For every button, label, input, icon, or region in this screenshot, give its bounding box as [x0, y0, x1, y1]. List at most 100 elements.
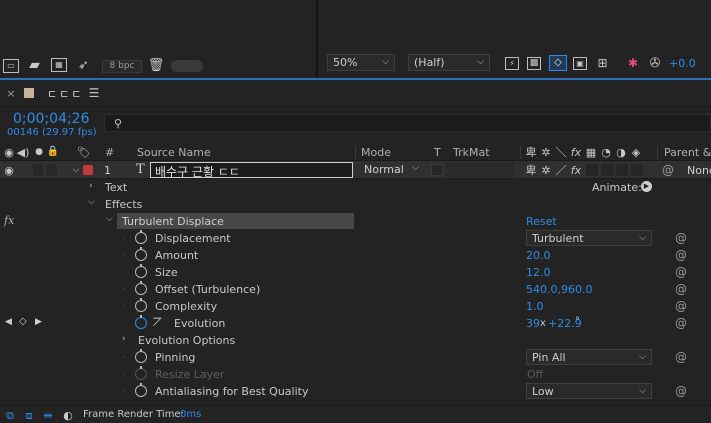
amount-value[interactable]: 20.0 — [526, 249, 551, 262]
transparency-grid-icon[interactable]: ▩ — [527, 57, 541, 70]
antialiasing-dropdown[interactable]: Low ⌵ — [526, 383, 652, 399]
property-row-offset[interactable]: · Offset (Turbulence) 540.0,960.0 @ — [0, 281, 711, 298]
property-row-size[interactable]: · Size 12.0 @ — [0, 264, 711, 281]
interpret-footage-icon[interactable]: ▭ — [3, 59, 19, 73]
stopwatch-icon[interactable] — [135, 230, 147, 244]
property-row-pinning[interactable]: · Pinning Pin All ⌵ @ — [0, 349, 711, 366]
size-value[interactable]: 12.0 — [526, 266, 551, 279]
chevron-down-icon[interactable]: ⌵ — [106, 214, 113, 224]
stopwatch-icon[interactable] — [135, 298, 147, 312]
video-switch-icon[interactable]: ◉ — [3, 146, 15, 158]
property-row-complexity[interactable]: · Complexity 1.0 @ — [0, 298, 711, 315]
shy-switch-icon[interactable]: 卑 — [525, 146, 537, 158]
property-row-amount[interactable]: · Amount 20.0 @ — [0, 247, 711, 264]
stopwatch-icon[interactable] — [135, 349, 147, 363]
audio-switch-icon[interactable]: ◀) — [17, 146, 30, 158]
toggle-modes-icon[interactable]: ⧈ — [23, 409, 35, 421]
expand-layer-arrow-icon[interactable]: ⌵ — [71, 164, 81, 176]
col-parent[interactable]: Parent & — [664, 146, 711, 159]
effects-group-row[interactable]: ⌵ Effects — [0, 196, 711, 213]
3d-box[interactable] — [616, 164, 628, 176]
label-color-swatch[interactable] — [83, 165, 93, 175]
toggle-render-time-icon[interactable]: ◐ — [61, 409, 75, 421]
close-icon[interactable]: × — [6, 88, 16, 99]
chevron-down-icon[interactable]: ⌵ — [88, 197, 95, 207]
expression-link-icon[interactable]: @ — [675, 384, 687, 398]
layer-name-field[interactable]: 배수구 근황 ㄷㄷ — [150, 162, 353, 179]
chevron-right-icon[interactable]: › — [89, 181, 93, 191]
fx-switch-icon[interactable]: fx — [570, 146, 582, 158]
stopwatch-icon[interactable] — [135, 247, 147, 261]
shy-layer-icon[interactable]: 卑 — [525, 164, 537, 176]
effect-name-highlight[interactable]: Turbulent Displace — [117, 213, 354, 229]
add-keyframe-icon[interactable]: ◇ — [19, 316, 27, 327]
stopwatch-icon[interactable] — [135, 281, 147, 295]
resolution-dropdown[interactable]: (Half) ⌵ — [408, 54, 490, 71]
next-keyframe-icon[interactable]: ▶ — [35, 317, 42, 327]
eye-icon[interactable]: ◉ — [3, 164, 15, 176]
quality-switch-icon[interactable]: ＼ — [555, 146, 567, 158]
col-mode[interactable]: Mode — [361, 146, 391, 159]
delete-icon[interactable]: 🗑 — [148, 58, 165, 72]
col-trkmat[interactable]: TrkMat — [453, 146, 490, 159]
quality-layer-icon[interactable]: ／ — [555, 164, 567, 176]
displacement-dropdown[interactable]: Turbulent ⌵ — [526, 230, 652, 246]
toggle-switches-icon[interactable]: ⧉ — [4, 409, 16, 421]
parent-value[interactable]: None — [687, 164, 711, 177]
bpc-button[interactable]: 8 bpc — [102, 60, 142, 73]
effect-row[interactable]: fx ⌵ Turbulent Displace Reset — [0, 213, 711, 230]
motion-blur-box[interactable] — [586, 164, 598, 176]
solo-toggle-box[interactable] — [47, 164, 57, 176]
expression-link-icon[interactable]: @ — [675, 265, 687, 279]
current-timecode[interactable]: 0;00;04;26 — [13, 111, 90, 127]
expression-link-icon[interactable]: @ — [675, 299, 687, 313]
collapse-layer-icon[interactable]: ✲ — [540, 164, 552, 176]
project-scroll-pill[interactable] — [171, 60, 203, 72]
mask-visibility-icon[interactable]: ◇ — [549, 55, 567, 71]
fx-layer-icon[interactable]: fx — [570, 164, 582, 176]
text-group-row[interactable]: › Text Animate: ▶ — [0, 179, 711, 196]
zoom-dropdown[interactable]: 50% ⌵ — [327, 54, 395, 71]
expression-link-icon[interactable]: @ — [675, 231, 687, 245]
pinning-dropdown[interactable]: Pin All ⌵ — [526, 349, 652, 365]
layer-row[interactable]: ◉ ⌵ 1 T 배수구 근황 ㄷㄷ Normal ⌵ 卑 ✲ ／ fx @ No… — [0, 161, 711, 179]
expression-link-icon[interactable]: @ — [675, 316, 687, 330]
chevron-right-icon[interactable]: › — [122, 334, 126, 344]
trkmat-field[interactable] — [446, 163, 514, 177]
search-input[interactable]: ⚲ — [104, 114, 711, 132]
label-tag-icon[interactable]: 🏷 — [77, 146, 91, 158]
stopwatch-icon[interactable] — [135, 383, 147, 397]
animate-play-icon[interactable]: ▶ — [641, 181, 652, 192]
evolution-options-row[interactable]: › Evolution Options — [0, 332, 711, 349]
tab-comp[interactable]: ㄷㄷㄷ — [47, 86, 83, 102]
reset-button[interactable]: Reset — [526, 215, 557, 228]
prev-keyframe-icon[interactable]: ◀ — [5, 317, 12, 327]
cube-box[interactable] — [631, 164, 643, 176]
stopwatch-icon[interactable] — [135, 264, 147, 278]
solo-switch-icon[interactable]: ● — [34, 146, 44, 158]
new-composition-icon[interactable]: ▦ — [51, 58, 67, 72]
3d-switch-icon[interactable]: ◑ — [615, 146, 627, 158]
lock-switch-icon[interactable]: 🔒 — [47, 146, 59, 158]
col-source-name[interactable]: Source Name — [137, 146, 211, 159]
render-queue-icon[interactable]: ➶ — [76, 58, 91, 72]
property-row-antialiasing[interactable]: · Antialiasing for Best Quality Low ⌵ @ — [0, 383, 711, 400]
new-folder-icon[interactable]: ▰ — [27, 58, 42, 72]
offset-value[interactable]: 540.0,960.0 — [526, 283, 592, 296]
adjustment-box[interactable] — [601, 164, 613, 176]
guides-icon[interactable]: ⊞ — [595, 56, 610, 70]
reset-exposure-icon[interactable]: ✇ — [648, 56, 662, 70]
mode-dropdown[interactable]: Normal ⌵ — [360, 162, 426, 178]
property-row-displacement[interactable]: · Displacement Turbulent ⌵ @ — [0, 230, 711, 247]
adjustment-switch-icon[interactable]: ◔ — [600, 146, 612, 158]
cube-switch-icon[interactable]: ◈ — [630, 146, 642, 158]
expression-link-icon[interactable]: @ — [675, 350, 687, 364]
motion-blur-switch-icon[interactable]: ▦ — [585, 146, 597, 158]
collapse-switch-icon[interactable]: ✲ — [540, 146, 552, 158]
channel-icon[interactable]: ✱ — [626, 56, 640, 70]
audio-toggle-box[interactable] — [33, 164, 43, 176]
pick-whip-icon[interactable]: @ — [662, 164, 674, 176]
expression-link-icon[interactable]: @ — [675, 282, 687, 296]
toggle-in-out-icon[interactable]: ⇹ — [42, 409, 54, 421]
fast-previews-icon[interactable]: ⚡ — [505, 57, 519, 70]
